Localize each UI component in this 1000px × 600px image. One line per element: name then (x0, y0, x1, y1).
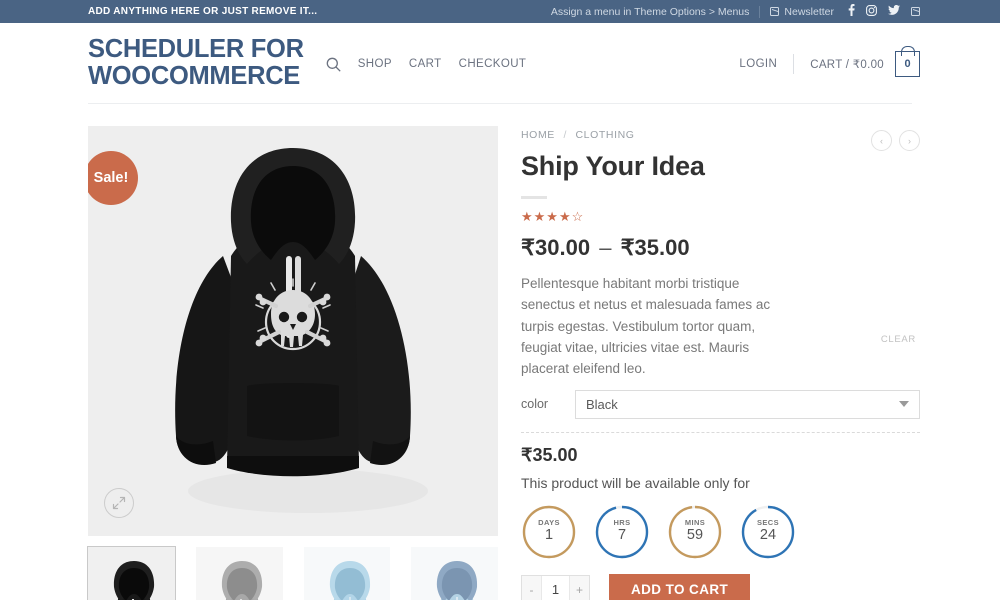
prev-product-button[interactable]: ‹ (871, 130, 892, 151)
divider (793, 54, 795, 74)
thumbnail-hoodie-lightblue[interactable] (303, 547, 391, 600)
breadcrumb-home[interactable]: HOME (521, 129, 555, 141)
countdown-secs: SECS 24 (740, 504, 796, 560)
product-summary: ‹ › HOME / CLOTHING Ship Your Idea ★★★★☆… (521, 126, 920, 600)
page-title: Ship Your Idea (521, 151, 705, 181)
login-link[interactable]: LOGIN (739, 58, 777, 70)
instagram-icon[interactable] (866, 4, 877, 19)
countdown-ring (741, 505, 795, 558)
product-gallery: Sale! (87, 126, 498, 600)
divider (759, 5, 761, 18)
countdown-ring (522, 505, 576, 558)
next-product-button[interactable]: › (899, 130, 920, 151)
nav-item-checkout[interactable]: CHECKOUT (459, 58, 527, 70)
quantity-increase-button[interactable]: + (570, 575, 589, 600)
nav-item-shop[interactable]: SHOP (358, 58, 392, 70)
selected-variation-price: ₹35.00 (521, 444, 578, 465)
main-navigation: SHOP CART CHECKOUT (326, 55, 527, 72)
countdown-ring (668, 505, 722, 558)
newsletter-link[interactable]: Newsletter (770, 6, 834, 18)
product-nav-arrows: ‹ › (871, 130, 920, 151)
price-min: ₹30.00 (521, 235, 591, 260)
quantity-stepper: - + (521, 574, 590, 600)
thumbnail-list (87, 546, 498, 600)
social-links (848, 4, 920, 19)
clear-variation-link[interactable]: CLEAR (881, 334, 916, 345)
countdown-hrs: HRS 7 (594, 504, 650, 560)
expand-icon[interactable] (104, 488, 134, 518)
breadcrumb-clothing[interactable]: CLOTHING (576, 129, 635, 141)
top-bar: ADD ANYTHING HERE OR JUST REMOVE IT... A… (0, 0, 1000, 23)
header-actions: LOGIN CART / ₹0.00 0 (739, 49, 920, 77)
price-max: ₹35.00 (620, 235, 690, 260)
countdown-ring (595, 505, 649, 558)
twitter-icon[interactable] (888, 4, 900, 18)
search-icon[interactable] (326, 57, 341, 72)
promo-text: ADD ANYTHING HERE OR JUST REMOVE IT... (88, 6, 318, 17)
breadcrumb-separator: / (563, 129, 567, 141)
price-range: ₹30.00 – ₹35.00 (521, 235, 920, 261)
nav-item-cart[interactable]: CART (409, 58, 442, 70)
product-description: Pellentesque habitant morbi tristique se… (521, 276, 771, 377)
site-header: SCHEDULER FOR WOOCOMMERCE SHOP CART CHEC… (0, 23, 1000, 103)
variation-row: color Black (521, 389, 920, 419)
cart-count: 0 (904, 58, 911, 70)
main-product-image[interactable]: Sale! (88, 126, 498, 536)
thumbnail-hoodie-grey[interactable] (195, 547, 283, 600)
color-select[interactable]: Black (575, 389, 920, 419)
envelope-icon (770, 7, 780, 16)
top-bar-right: Assign a menu in Theme Options > Menus N… (551, 4, 920, 19)
countdown-mins: MINS 59 (667, 504, 723, 560)
hoodie-svg (175, 148, 428, 513)
add-to-cart-row: - + ADD TO CART (521, 573, 920, 600)
site-logo[interactable]: SCHEDULER FOR WOOCOMMERCE (88, 36, 304, 89)
countdown-timer: DAYS 1 HRS 7 MINS 59 SECS 24 (521, 504, 920, 560)
newsletter-label: Newsletter (784, 5, 834, 18)
chevron-down-icon (899, 401, 909, 408)
thumbnail-hoodie-blue[interactable] (411, 547, 498, 600)
variation-label: color (521, 397, 549, 412)
availability-text: This product will be available only for (521, 474, 750, 491)
add-to-cart-button[interactable]: ADD TO CART (609, 573, 751, 600)
cart-total-label[interactable]: CART / ₹0.00 (810, 57, 884, 71)
variation-divider (521, 431, 920, 433)
breadcrumb: HOME / CLOTHING (521, 129, 920, 141)
hoodie-illustration (88, 126, 498, 536)
thumbnail-hoodie-black[interactable] (87, 546, 176, 600)
title-divider (521, 196, 547, 199)
product-page: Sale! ‹ › HOME / CLOTHING Ship Your Idea… (0, 104, 1000, 600)
facebook-icon[interactable] (848, 4, 855, 19)
quantity-input[interactable] (541, 575, 570, 600)
countdown-days: DAYS 1 (521, 504, 577, 560)
price-separator: – (599, 235, 612, 260)
menu-notice[interactable]: Assign a menu in Theme Options > Menus (551, 6, 750, 18)
color-select-value: Black (586, 396, 618, 412)
email-icon[interactable] (911, 7, 920, 16)
cart-bag-icon[interactable]: 0 (895, 51, 920, 77)
rating-stars[interactable]: ★★★★☆ (521, 209, 920, 225)
quantity-decrease-button[interactable]: - (522, 575, 541, 600)
